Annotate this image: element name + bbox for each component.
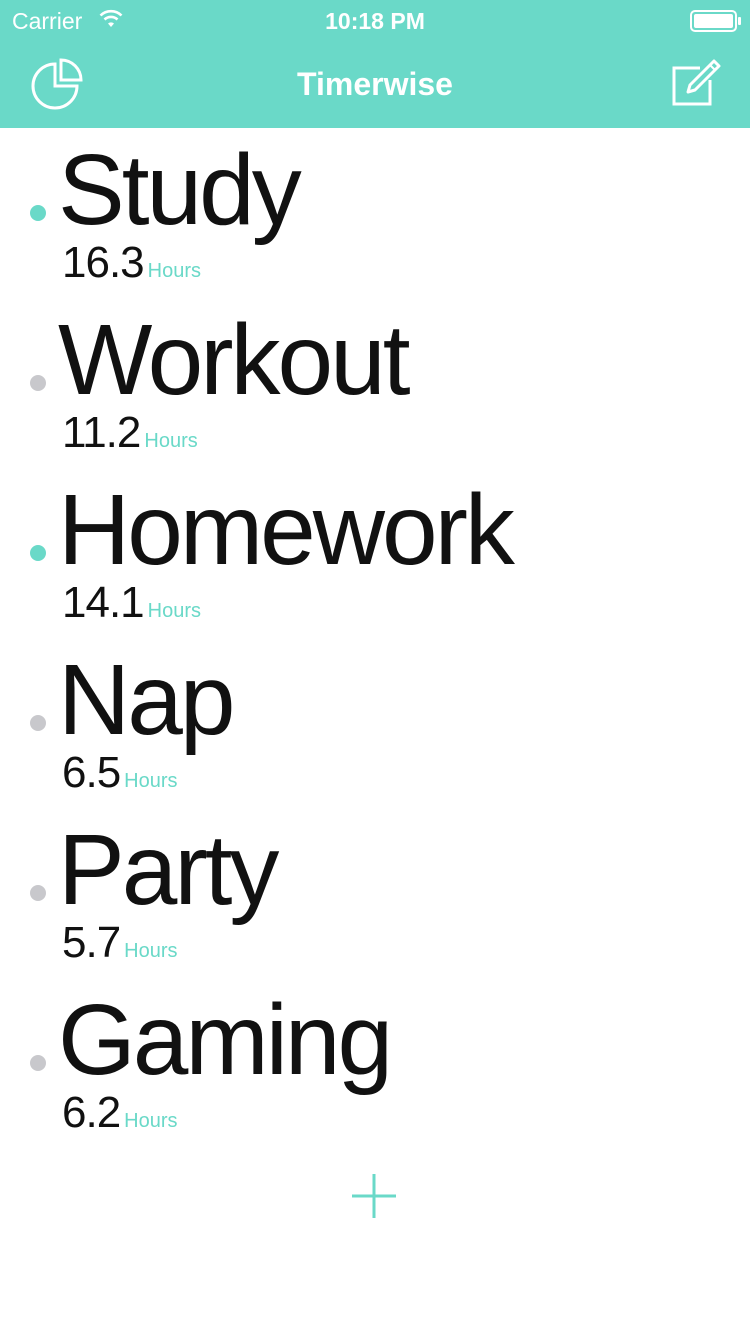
activity-row[interactable]: Party 5.7 Hours bbox=[0, 808, 750, 978]
activity-hours: 14.1 Hours bbox=[62, 578, 201, 628]
activity-row[interactable]: Nap 6.5 Hours bbox=[0, 638, 750, 808]
activity-name: Homework bbox=[58, 474, 515, 586]
activity-hours: 6.5 Hours bbox=[62, 748, 178, 798]
status-time: 10:18 PM bbox=[325, 8, 425, 34]
hours-value: 11.2 bbox=[62, 408, 141, 457]
hours-unit: Hours bbox=[124, 770, 178, 792]
activity-list: Study 16.3 Hours Workout 11.2 Hours Homewo… bbox=[0, 128, 750, 1148]
activity-status-dot bbox=[30, 1055, 46, 1071]
compose-icon bbox=[672, 59, 721, 106]
activity-status-dot bbox=[30, 885, 46, 901]
activity-row[interactable]: Workout 11.2 Hours bbox=[0, 298, 750, 468]
activity-name: Study bbox=[58, 134, 302, 246]
activity-hours: 16.3 Hours bbox=[62, 238, 201, 288]
hours-unit: Hours bbox=[147, 600, 201, 622]
activity-status-dot bbox=[30, 715, 46, 731]
activity-hours: 6.2 Hours bbox=[62, 1088, 178, 1138]
activity-status-dot bbox=[30, 205, 46, 221]
activity-status-dot bbox=[30, 545, 46, 561]
activity-name: Gaming bbox=[58, 984, 393, 1096]
battery-icon bbox=[690, 10, 741, 32]
activity-name: Workout bbox=[58, 304, 411, 416]
plus-icon bbox=[352, 1174, 396, 1218]
activity-row[interactable]: Study 16.3 Hours bbox=[0, 128, 750, 298]
hours-unit: Hours bbox=[147, 260, 201, 282]
activity-name: Nap bbox=[58, 644, 235, 756]
activity-hours: 11.2 Hours bbox=[62, 408, 198, 458]
page-title: Timerwise bbox=[297, 66, 453, 102]
add-activity-button[interactable] bbox=[350, 1172, 398, 1220]
hours-unit: Hours bbox=[124, 1110, 178, 1132]
hours-value: 16.3 bbox=[62, 238, 145, 287]
navigation-bar: Carrier 10:18 PM Timerwise bbox=[0, 0, 750, 128]
compose-button[interactable] bbox=[666, 56, 724, 110]
hours-value: 6.2 bbox=[62, 1088, 121, 1137]
activity-name: Party bbox=[58, 814, 279, 926]
hours-value: 5.7 bbox=[62, 918, 121, 967]
activity-hours: 5.7 Hours bbox=[62, 918, 178, 968]
activity-row[interactable]: Homework 14.1 Hours bbox=[0, 468, 750, 638]
activity-row[interactable]: Gaming 6.2 Hours bbox=[0, 978, 750, 1148]
hours-unit: Hours bbox=[144, 430, 198, 452]
hours-value: 14.1 bbox=[62, 578, 145, 627]
hours-unit: Hours bbox=[124, 940, 178, 962]
hours-value: 6.5 bbox=[62, 748, 121, 797]
activity-status-dot bbox=[30, 375, 46, 391]
